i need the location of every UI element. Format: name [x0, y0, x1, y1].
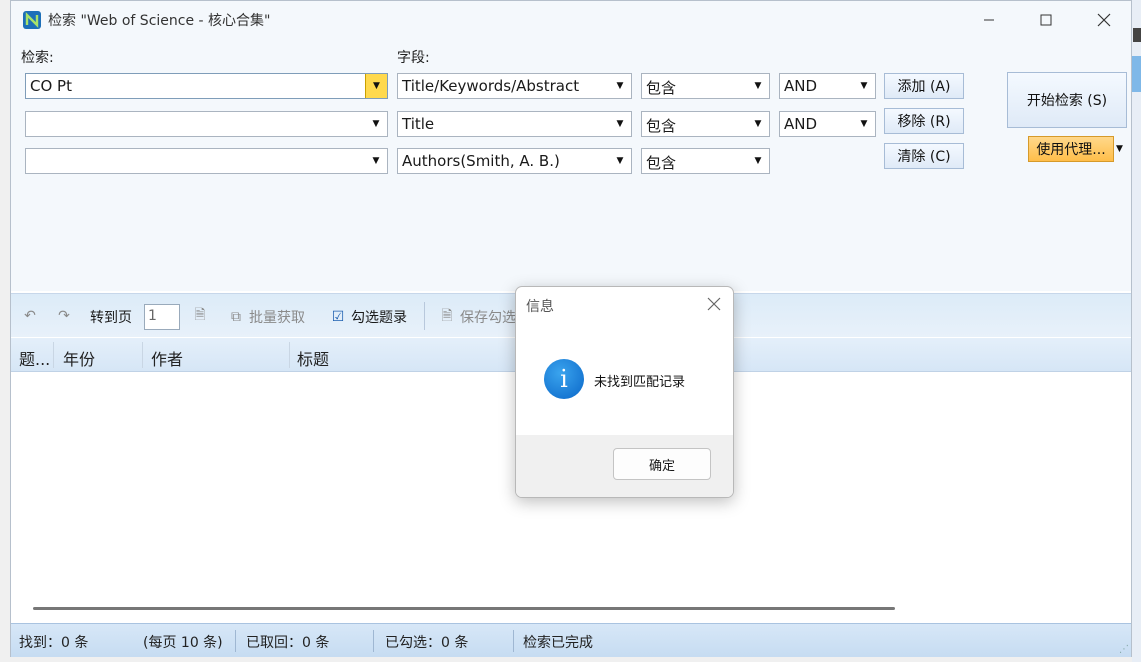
field-select-2[interactable]: Title ▼: [397, 111, 632, 137]
search-panel: 检索: 字段: CO Pt ▼ Title/Keywords/Abstract …: [11, 39, 1131, 291]
field-select-1[interactable]: Title/Keywords/Abstract ▼: [397, 73, 632, 99]
title-bar: 检索 "Web of Science - 核心合集": [11, 1, 1131, 39]
use-proxy-button[interactable]: 使用代理...: [1028, 136, 1114, 162]
chevron-down-icon[interactable]: ▼: [365, 112, 387, 136]
close-button[interactable]: [1079, 1, 1129, 39]
arrow-right-icon: ↷: [58, 308, 70, 324]
chevron-down-icon: ▼: [754, 156, 762, 166]
dialog-title: 信息: [526, 299, 554, 315]
status-found: 找到：0 条: [19, 635, 89, 651]
field-value-3: Authors(Smith, A. B.): [402, 152, 560, 170]
operator-value-2: AND: [784, 115, 818, 133]
forward-button[interactable]: ↷: [55, 307, 73, 325]
batch-fetch-label: 批量获取: [249, 310, 305, 326]
batch-icon: ⧉: [231, 309, 241, 325]
field-label: 字段:: [397, 50, 430, 66]
resize-grip-icon[interactable]: ⋰: [1119, 644, 1129, 655]
goto-button[interactable]: 🗎: [191, 307, 209, 325]
dialog-footer: 确定: [516, 435, 733, 497]
match-value-1: 包含: [646, 79, 677, 97]
batch-fetch-button[interactable]: ⧉ 批量获取: [227, 307, 305, 327]
dialog-close-button[interactable]: [707, 294, 721, 316]
back-button[interactable]: ↶: [21, 307, 39, 325]
minimize-button[interactable]: [964, 1, 1014, 39]
column-header-year[interactable]: 年份: [63, 346, 95, 370]
background-window-edge: [1132, 0, 1141, 662]
column-header-title[interactable]: 标题: [297, 346, 329, 370]
start-search-button[interactable]: 开始检索 (S): [1007, 72, 1127, 128]
status-checked: 已勾选：0 条: [385, 635, 469, 651]
maximize-button[interactable]: [1021, 1, 1071, 39]
save-checked-button[interactable]: 🗎 保存勾选: [438, 307, 516, 327]
match-select-1[interactable]: 包含 ▼: [641, 73, 770, 99]
field-value-1: Title/Keywords/Abstract: [402, 77, 580, 95]
status-state: 检索已完成: [523, 635, 593, 651]
window-title: 检索 "Web of Science - 核心合集": [48, 13, 271, 29]
dialog-message: 未找到匹配记录: [594, 375, 686, 390]
check-select-label: 勾选题录: [351, 310, 407, 326]
field-select-3[interactable]: Authors(Smith, A. B.) ▼: [397, 148, 632, 174]
operator-value-1: AND: [784, 77, 818, 95]
app-logo-icon: [23, 11, 41, 29]
field-value-2: Title: [402, 115, 435, 133]
chevron-down-icon: ▼: [754, 119, 762, 129]
query-value-1: CO Pt: [30, 77, 72, 95]
close-icon: [707, 297, 721, 311]
minimize-icon: [984, 19, 994, 21]
horizontal-scrollbar[interactable]: [33, 607, 895, 610]
arrow-left-icon: ↶: [24, 308, 36, 324]
save-icon: 🗎: [441, 308, 453, 324]
status-per-page: (每页 10 条): [143, 635, 223, 651]
proxy-dropdown-icon[interactable]: ▼: [1116, 144, 1123, 154]
add-row-button[interactable]: 添加 (A): [884, 73, 964, 99]
search-label: 检索:: [21, 50, 54, 66]
page-number-input[interactable]: 1: [144, 304, 180, 330]
query-input-2[interactable]: ▼: [25, 111, 388, 137]
match-select-2[interactable]: 包含 ▼: [641, 111, 770, 137]
chevron-down-icon: ▼: [860, 81, 868, 91]
match-value-2: 包含: [646, 117, 677, 135]
column-header-index[interactable]: 题...: [19, 346, 50, 370]
chevron-down-icon: ▼: [860, 119, 868, 129]
chevron-down-icon: ▼: [616, 81, 624, 91]
match-select-3[interactable]: 包含 ▼: [641, 148, 770, 174]
close-icon: [1097, 13, 1111, 27]
check-select-button[interactable]: ☑ 勾选题录: [329, 307, 407, 327]
chevron-down-icon[interactable]: ▼: [365, 74, 387, 98]
info-dialog: 信息 i 未找到匹配记录 确定: [515, 286, 734, 498]
maximize-icon: [1040, 14, 1052, 26]
remove-row-button[interactable]: 移除 (R): [884, 108, 964, 134]
save-checked-label: 保存勾选: [460, 310, 516, 326]
chevron-down-icon[interactable]: ▼: [365, 149, 387, 173]
operator-select-1[interactable]: AND ▼: [779, 73, 876, 99]
ok-button[interactable]: 确定: [613, 448, 711, 480]
clear-button[interactable]: 清除 (C): [884, 143, 964, 169]
info-icon: i: [544, 359, 584, 399]
status-fetched: 已取回：0 条: [246, 635, 330, 651]
query-input-1[interactable]: CO Pt ▼: [25, 73, 388, 99]
query-input-3[interactable]: ▼: [25, 148, 388, 174]
dialog-body: i 未找到匹配记录: [516, 325, 733, 435]
checklist-icon: ☑: [331, 309, 345, 325]
match-value-3: 包含: [646, 154, 677, 172]
chevron-down-icon: ▼: [616, 156, 624, 166]
document-icon: 🗎: [194, 307, 206, 323]
operator-select-2[interactable]: AND ▼: [779, 111, 876, 137]
chevron-down-icon: ▼: [616, 119, 624, 129]
status-bar: 找到：0 条 (每页 10 条) 已取回：0 条 已勾选：0 条 检索已完成 ⋰: [11, 623, 1131, 657]
column-header-author[interactable]: 作者: [151, 346, 183, 370]
chevron-down-icon: ▼: [754, 81, 762, 91]
goto-page-label: 转到页: [90, 310, 132, 326]
